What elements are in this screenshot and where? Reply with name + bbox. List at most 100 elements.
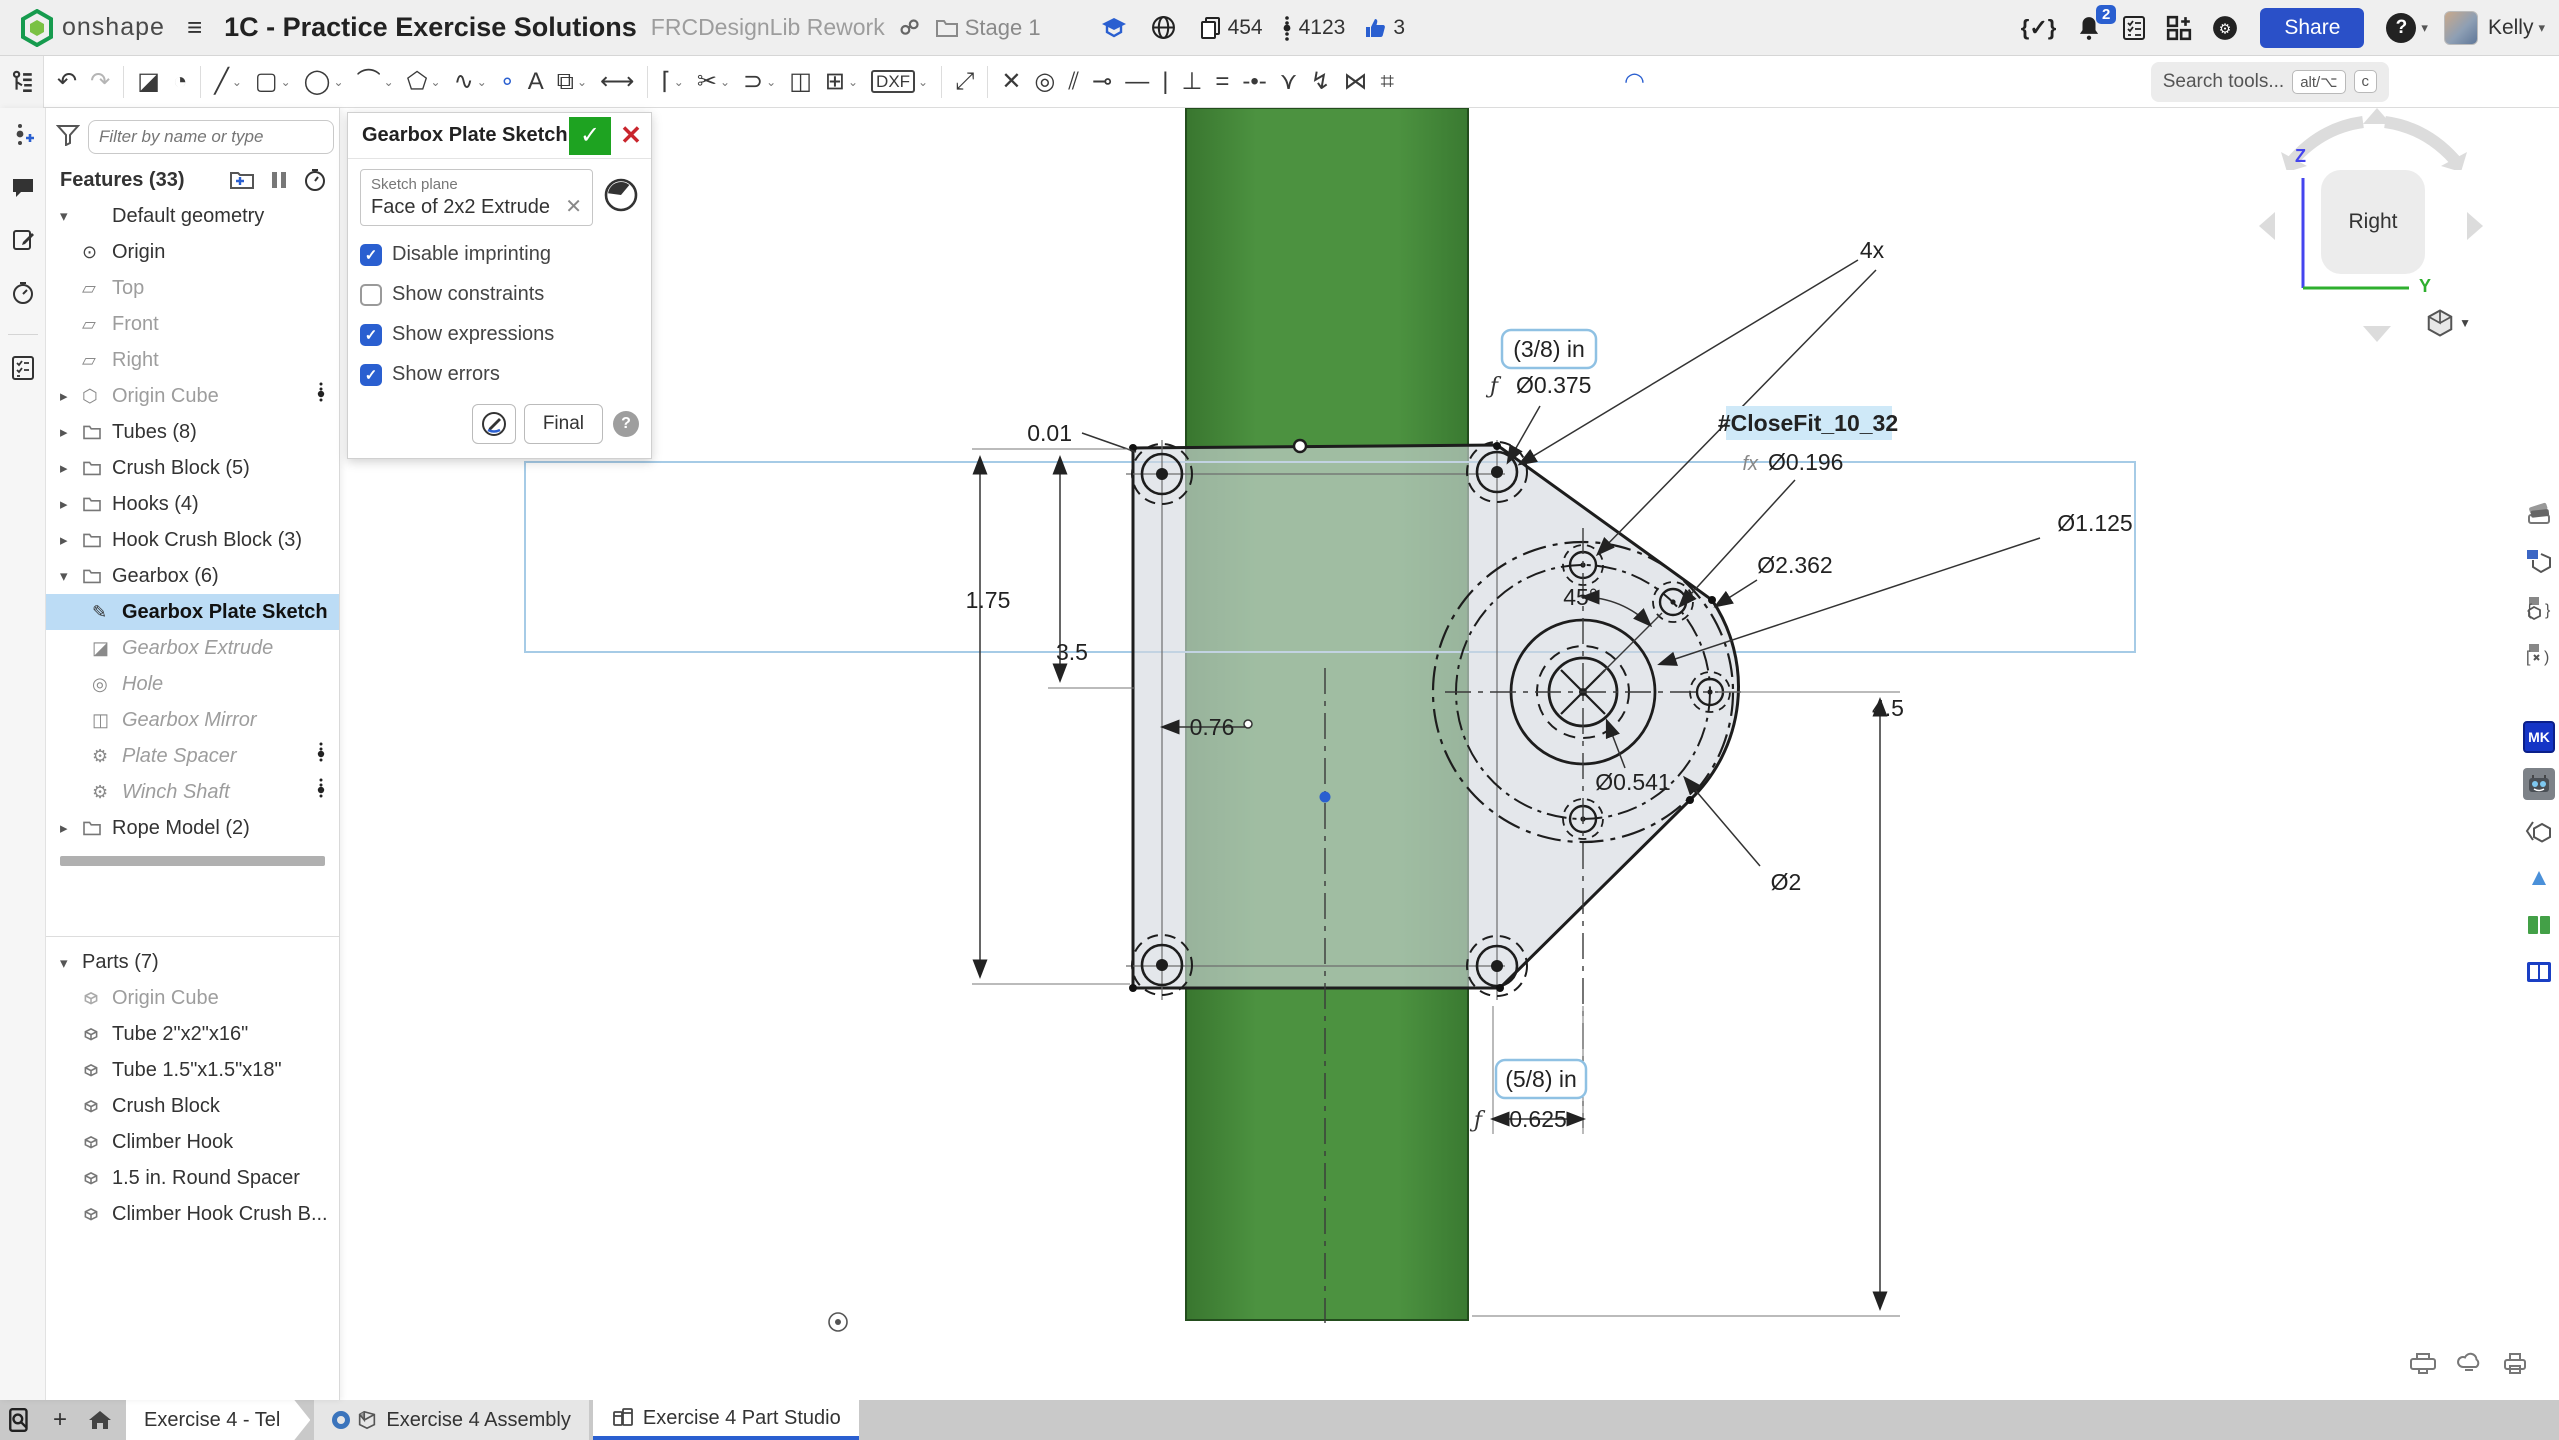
dim-4-5[interactable]: 4.5 <box>1872 695 1904 721</box>
checkbox-unchecked-icon[interactable] <box>360 284 382 306</box>
apps-grid-icon[interactable] <box>2166 15 2192 41</box>
circle-tool-caret-icon[interactable]: ⌄ <box>334 75 344 89</box>
sketch-plane-value[interactable]: Face of 2x2 Extrude <box>371 196 565 219</box>
main-menu-icon[interactable]: ≡ <box>187 12 202 43</box>
dim-0-76[interactable]: 0.76 <box>1190 714 1235 740</box>
folder-crush-block[interactable]: ▸ Crush Block (5) <box>46 450 339 486</box>
share-button[interactable]: Share <box>2260 8 2364 48</box>
checkbox-checked-icon[interactable]: ✓ <box>360 364 382 386</box>
part-tube-2x2x16[interactable]: Tube 2"x2"x16" <box>46 1016 339 1052</box>
history-icon[interactable] <box>11 281 35 310</box>
expand-caret-icon[interactable]: ▸ <box>60 495 82 513</box>
peak-app-icon[interactable]: ▲ <box>2523 862 2555 894</box>
clear-selection-icon[interactable]: ✕ <box>565 194 582 219</box>
link-icon[interactable] <box>899 17 921 39</box>
folder-gearbox[interactable]: ▾ Gearbox (6) <box>46 558 339 594</box>
document-title[interactable]: 1C - Practice Exercise Solutions <box>224 12 637 43</box>
robot-app-icon[interactable] <box>2523 768 2555 800</box>
user-avatar[interactable] <box>2444 11 2478 45</box>
symmetry-constraint-icon[interactable]: ⋈ <box>1343 70 1367 94</box>
search-tabs-icon[interactable] <box>0 1400 40 1440</box>
dxf-caret-icon[interactable]: ⌄ <box>918 75 928 89</box>
normal-constraint-icon[interactable]: ⋎ <box>1280 70 1298 94</box>
feature-origin[interactable]: ⊙ Origin <box>46 234 339 270</box>
spline-tool-icon[interactable]: ∿ <box>454 70 474 94</box>
part-origin-cube[interactable]: Origin Cube <box>46 980 339 1016</box>
mirror-tool-icon[interactable]: ◫ <box>789 70 812 94</box>
expand-caret-icon[interactable]: ▸ <box>60 531 82 549</box>
dim-1-75[interactable]: 1.75 <box>966 587 1011 613</box>
frame-generator-icon[interactable] <box>2523 545 2555 577</box>
search-tools[interactable]: Search tools... alt/⌥ c <box>2151 62 2389 102</box>
feature-gearbox-plate-sketch[interactable]: ✎ Gearbox Plate Sketch <box>46 594 339 630</box>
expand-caret-icon[interactable]: ▸ <box>60 819 82 837</box>
extrude-icon[interactable]: ◪ <box>137 70 160 94</box>
checkbox-disable-imprinting[interactable]: ✓ Disable imprinting <box>360 243 639 266</box>
line-tool-icon[interactable]: ╱ <box>214 70 228 94</box>
dimension-tool-icon[interactable]: ⟷ <box>600 70 634 94</box>
home-tab-button[interactable] <box>80 1400 120 1440</box>
material-swatches-icon[interactable] <box>2523 498 2555 530</box>
feature-plane-front[interactable]: ▱ Front <box>46 306 339 342</box>
equal-constraint-icon[interactable]: = <box>1215 70 1229 94</box>
filter-input[interactable] <box>88 120 334 154</box>
blue-library-icon[interactable] <box>2523 956 2555 988</box>
collapse-caret-icon[interactable]: ▾ <box>60 207 82 225</box>
checkbox-show-constraints[interactable]: Show constraints <box>360 283 639 306</box>
dim-dia-0541[interactable]: Ø0.541 <box>1595 769 1670 795</box>
green-library-icon[interactable] <box>2523 909 2555 941</box>
checkbox-show-errors[interactable]: ✓ Show errors <box>360 363 639 386</box>
follow-list-icon[interactable] <box>11 355 35 386</box>
suppress-pause-icon[interactable] <box>271 170 287 190</box>
folder-name[interactable]: Stage 1 <box>965 15 1041 41</box>
checkbox-show-expressions[interactable]: ✓ Show expressions <box>360 323 639 346</box>
polygon-tool-icon[interactable]: ⬠ <box>407 70 428 94</box>
point-tool-icon[interactable]: ∘ <box>500 70 515 94</box>
cube-braces-icon[interactable]: {} <box>2523 592 2555 624</box>
feature-gearbox-mirror[interactable]: ◫ Gearbox Mirror <box>46 702 339 738</box>
arc-tool-caret-icon[interactable]: ⌄ <box>384 75 394 89</box>
copies-stat[interactable]: 454 <box>1200 16 1263 40</box>
pattern-tool-caret-icon[interactable]: ⌄ <box>848 75 858 89</box>
rollback-bar[interactable] <box>60 856 325 866</box>
dxf-import-icon[interactable]: DXF <box>871 70 915 93</box>
notifications-bell-icon[interactable]: 2 <box>2076 15 2102 41</box>
feature-origin-cube[interactable]: ▸ ⬡ Origin Cube <box>46 378 339 414</box>
vertical-constraint-icon[interactable]: | <box>1162 70 1168 94</box>
circle-tool-icon[interactable]: ◯ <box>304 70 331 94</box>
part-crush-block[interactable]: Crush Block <box>46 1088 339 1124</box>
user-name[interactable]: Kelly <box>2488 16 2534 40</box>
rotate-left-arrow[interactable] <box>2259 212 2275 240</box>
arc-tool-icon[interactable]: ⌒ <box>357 70 381 94</box>
feature-gearbox-extrude[interactable]: ◪ Gearbox Extrude <box>46 630 339 666</box>
learning-center-icon[interactable] <box>1101 17 1133 39</box>
redo-icon[interactable]: ↷ <box>90 70 110 94</box>
offset-tool-caret-icon[interactable]: ⌄ <box>766 75 776 89</box>
undo-icon[interactable]: ↶ <box>57 70 77 94</box>
public-globe-icon[interactable] <box>1151 15 1182 40</box>
trim-tool-icon[interactable]: ✂ <box>697 70 717 94</box>
fillet-tool-icon[interactable]: ⌈ <box>661 70 670 94</box>
feature-plane-right[interactable]: ▱ Right <box>46 342 339 378</box>
feature-hole[interactable]: ◎ Hole <box>46 666 339 702</box>
dim-0-625[interactable]: 0.625 <box>1509 1106 1567 1132</box>
dim-gap[interactable]: 0.01 <box>1027 420 1072 446</box>
rectangle-tool-icon[interactable]: ▢ <box>255 70 278 94</box>
expand-caret-icon[interactable]: ▸ <box>60 387 82 405</box>
tasks-icon[interactable] <box>2122 15 2146 41</box>
expand-caret-icon[interactable]: ▸ <box>60 459 82 477</box>
measure-inspect-icon[interactable]: ⤢ <box>955 70 974 94</box>
closefit-expression[interactable]: #CloseFit_10_32 <box>1718 410 1898 436</box>
use-project-tool-icon[interactable]: ⧉ <box>557 70 574 94</box>
sketch-view-button[interactable] <box>472 404 516 444</box>
rectangle-tool-caret-icon[interactable]: ⌄ <box>281 75 291 89</box>
trim-tool-caret-icon[interactable]: ⌄ <box>720 75 730 89</box>
offset-tool-icon[interactable]: ⊃ <box>743 70 763 94</box>
printer-icon[interactable] <box>2501 1351 2529 1380</box>
dim-dia-1125[interactable]: Ø1.125 <box>2057 510 2132 536</box>
pattern-tool-icon[interactable]: ⊞ <box>825 70 845 94</box>
dialog-help-icon[interactable]: ? <box>613 411 639 437</box>
concentric-constraint-icon[interactable]: ◎ <box>1034 70 1055 94</box>
feature-plate-spacer[interactable]: ⚙ Plate Spacer <box>46 738 339 774</box>
rollback-clock-icon[interactable] <box>303 168 327 192</box>
